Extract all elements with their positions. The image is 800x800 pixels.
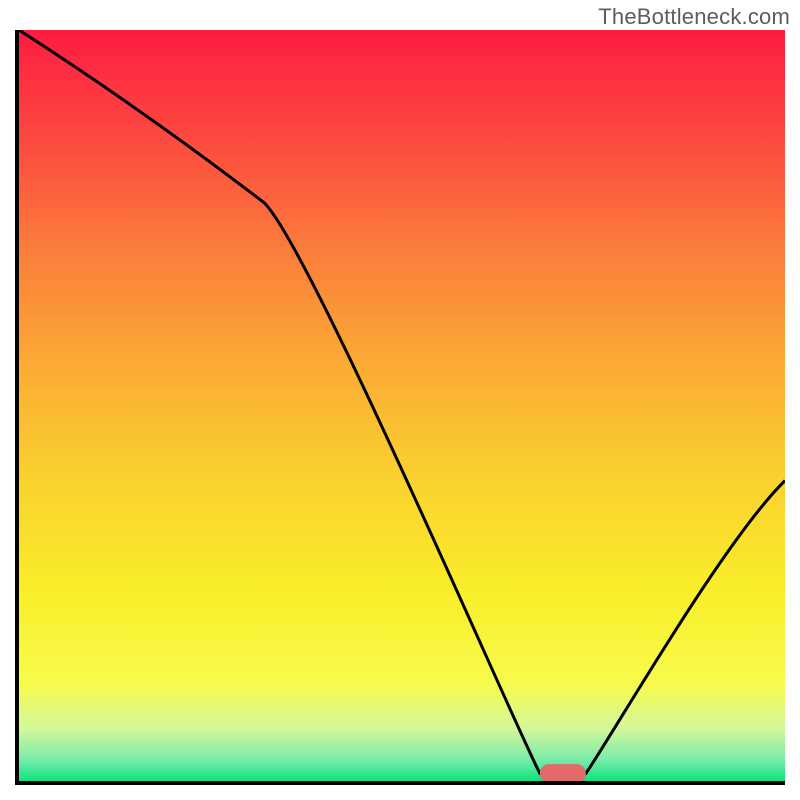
optimal-marker: [540, 764, 586, 781]
plot-area: [15, 30, 785, 785]
watermark-text: TheBottleneck.com: [598, 4, 790, 30]
chart-container: TheBottleneck.com: [0, 0, 800, 800]
gradient-bg: [19, 30, 785, 781]
chart-svg: [19, 30, 785, 781]
